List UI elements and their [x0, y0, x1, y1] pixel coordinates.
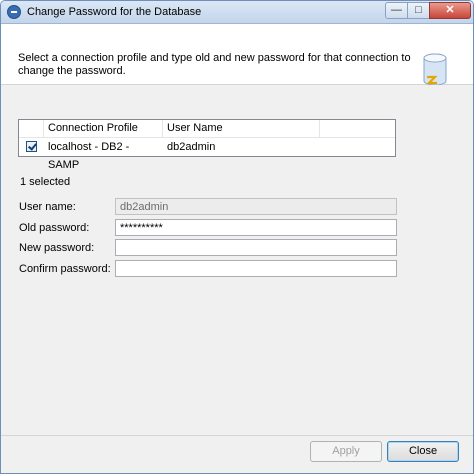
connection-profile-table: Connection Profile User Name localhost -… [18, 119, 396, 171]
selection-count: 1 selected [20, 176, 71, 188]
window-close-button[interactable]: ✕ [429, 2, 471, 19]
column-header-filler [320, 120, 395, 137]
row-check-cell [19, 138, 44, 156]
profile-checkbox[interactable] [26, 141, 37, 152]
window-title: Change Password for the Database [27, 6, 202, 18]
old-password-field[interactable] [115, 219, 397, 236]
title-bar[interactable]: Change Password for the Database — □ ✕ [1, 1, 473, 24]
dialog-window: Change Password for the Database — □ ✕ S… [0, 0, 474, 474]
dialog-description: Select a connection profile and type old… [18, 52, 411, 77]
user-name-label: User name: [19, 201, 76, 213]
dialog-banner: Select a connection profile and type old… [1, 24, 473, 86]
confirm-password-field[interactable] [115, 260, 397, 277]
profile-cell: localhost - DB2 - SAMP [48, 141, 130, 171]
close-button[interactable]: Close [387, 441, 459, 462]
dialog-content: Connection Profile User Name localhost -… [1, 85, 473, 435]
new-password-label: New password: [19, 242, 95, 254]
user-name-field [115, 198, 397, 215]
user-cell: db2admin [167, 141, 216, 153]
apply-button[interactable]: Apply [310, 441, 382, 462]
table-row[interactable]: localhost - DB2 - SAMP db2admin [19, 138, 395, 171]
app-icon [7, 5, 21, 19]
new-password-field[interactable] [115, 239, 397, 256]
column-header-check [19, 120, 44, 137]
column-header-profile[interactable]: Connection Profile [44, 120, 163, 137]
minimize-button[interactable]: — [385, 2, 408, 19]
table-header: Connection Profile User Name [19, 120, 395, 138]
confirm-password-label: Confirm password: [19, 263, 111, 275]
button-bar: Apply Close [1, 435, 473, 473]
maximize-button[interactable]: □ [407, 2, 430, 19]
old-password-label: Old password: [19, 222, 90, 234]
column-header-user[interactable]: User Name [163, 120, 320, 137]
